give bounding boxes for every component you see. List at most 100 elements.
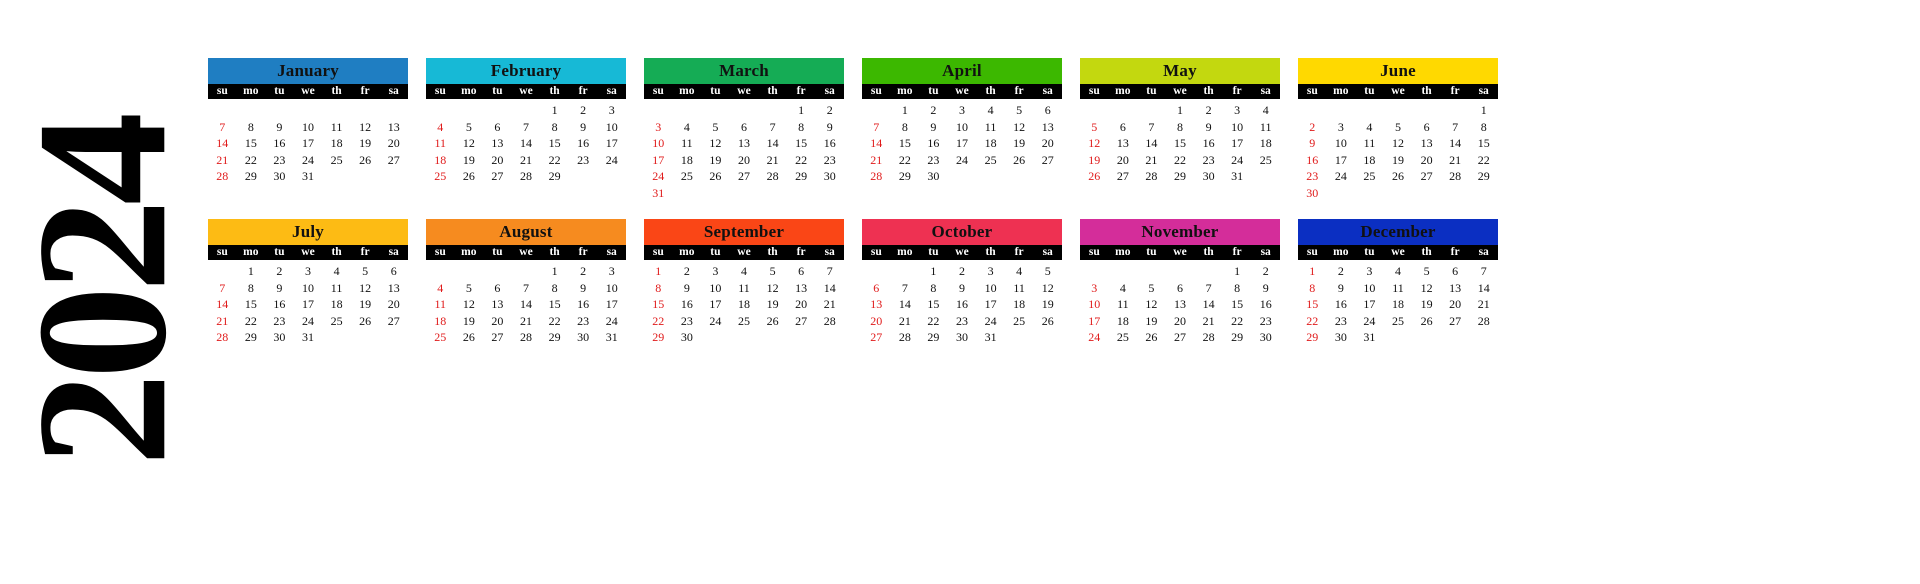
day-cell[interactable]: 18 [1355, 152, 1384, 169]
day-cell[interactable]: 21 [891, 313, 920, 330]
month-block-april[interactable]: April su mo tu we th fr sa 1 2 3 4 5 6 7 8 9 10 11 12 13 14 15… [862, 58, 1062, 185]
day-cell[interactable]: 21 [758, 152, 787, 169]
day-cell[interactable]: 12 [1412, 280, 1441, 297]
day-cell[interactable]: 24 [597, 152, 626, 169]
day-cell[interactable]: 4 [976, 102, 1005, 119]
day-cell[interactable]: 22 [787, 152, 816, 169]
day-cell[interactable]: 8 [1469, 119, 1498, 136]
day-cell[interactable]: 12 [1080, 135, 1109, 152]
day-cell[interactable]: 30 [1194, 168, 1223, 185]
day-cell[interactable]: 9 [265, 119, 294, 136]
day-cell[interactable]: 22 [1298, 313, 1327, 330]
day-cell[interactable]: 28 [1469, 313, 1498, 330]
day-cell[interactable]: 7 [208, 119, 237, 136]
day-cell[interactable]: 24 [948, 152, 977, 169]
day-cell[interactable]: 13 [483, 135, 512, 152]
day-cell[interactable]: 21 [815, 296, 844, 313]
day-cell[interactable]: 9 [1327, 280, 1356, 297]
day-cell[interactable]: 24 [1223, 152, 1252, 169]
day-cell[interactable]: 10 [1355, 280, 1384, 297]
day-cell[interactable]: 17 [948, 135, 977, 152]
day-cell[interactable]: 12 [701, 135, 730, 152]
day-cell[interactable]: 17 [294, 135, 323, 152]
day-cell[interactable]: 28 [1194, 329, 1223, 346]
day-cell[interactable]: 16 [948, 296, 977, 313]
day-cell[interactable]: 27 [862, 329, 891, 346]
day-cell[interactable]: 9 [1298, 135, 1327, 152]
day-cell[interactable]: 11 [1251, 119, 1280, 136]
day-cell[interactable]: 19 [351, 135, 380, 152]
day-cell[interactable]: 15 [787, 135, 816, 152]
day-cell[interactable]: 30 [569, 329, 598, 346]
day-cell[interactable]: 12 [1033, 280, 1062, 297]
day-cell[interactable]: 14 [1469, 280, 1498, 297]
day-cell[interactable]: 31 [644, 185, 673, 202]
day-cell[interactable]: 28 [758, 168, 787, 185]
day-cell[interactable]: 27 [1109, 168, 1138, 185]
day-cell[interactable]: 27 [1441, 313, 1470, 330]
day-cell[interactable]: 25 [1251, 152, 1280, 169]
day-cell[interactable]: 29 [787, 168, 816, 185]
day-cell[interactable]: 11 [976, 119, 1005, 136]
day-cell[interactable]: 1 [540, 102, 569, 119]
day-cell[interactable]: 17 [1080, 313, 1109, 330]
day-cell[interactable]: 8 [919, 280, 948, 297]
day-cell[interactable]: 30 [673, 329, 702, 346]
day-cell[interactable]: 8 [787, 119, 816, 136]
day-cell[interactable]: 19 [1384, 152, 1413, 169]
day-cell[interactable]: 16 [673, 296, 702, 313]
day-cell[interactable]: 27 [1166, 329, 1195, 346]
day-cell[interactable]: 11 [1005, 280, 1034, 297]
day-cell[interactable]: 1 [891, 102, 920, 119]
day-cell[interactable]: 25 [322, 313, 351, 330]
month-block-january[interactable]: January su mo tu we th fr sa 7 8 9 10 11 12 13 14 15 16 17… [208, 58, 408, 185]
day-cell[interactable]: 3 [701, 263, 730, 280]
day-cell[interactable]: 18 [730, 296, 759, 313]
day-cell[interactable]: 5 [1137, 280, 1166, 297]
day-cell[interactable]: 17 [976, 296, 1005, 313]
day-cell[interactable]: 10 [976, 280, 1005, 297]
day-cell[interactable]: 31 [1223, 168, 1252, 185]
day-cell[interactable]: 8 [1223, 280, 1252, 297]
day-cell[interactable]: 17 [1327, 152, 1356, 169]
day-cell[interactable]: 27 [483, 329, 512, 346]
day-cell[interactable]: 6 [1412, 119, 1441, 136]
day-cell[interactable]: 11 [1355, 135, 1384, 152]
day-cell[interactable]: 6 [787, 263, 816, 280]
day-cell[interactable]: 7 [1194, 280, 1223, 297]
day-cell[interactable]: 16 [569, 135, 598, 152]
day-cell[interactable]: 1 [1469, 102, 1498, 119]
day-cell[interactable]: 13 [862, 296, 891, 313]
day-cell[interactable]: 24 [597, 313, 626, 330]
day-cell[interactable]: 3 [644, 119, 673, 136]
month-block-july[interactable]: July su mo tu we th fr sa 1 2 3 4 5 6 7 8 9 10 11 12 13 14 15 1… [208, 219, 408, 346]
day-cell[interactable]: 15 [237, 135, 266, 152]
day-cell[interactable]: 24 [1355, 313, 1384, 330]
day-cell[interactable]: 7 [1469, 263, 1498, 280]
day-cell[interactable]: 26 [351, 313, 380, 330]
day-cell[interactable]: 23 [1298, 168, 1327, 185]
day-cell[interactable]: 8 [540, 119, 569, 136]
day-cell[interactable]: 11 [322, 119, 351, 136]
day-cell[interactable]: 23 [815, 152, 844, 169]
day-cell[interactable]: 18 [322, 135, 351, 152]
day-cell[interactable]: 4 [426, 119, 455, 136]
day-cell[interactable]: 29 [644, 329, 673, 346]
day-cell[interactable]: 10 [948, 119, 977, 136]
day-cell[interactable]: 5 [758, 263, 787, 280]
day-cell[interactable]: 22 [540, 152, 569, 169]
day-cell[interactable]: 9 [919, 119, 948, 136]
day-cell[interactable]: 28 [1441, 168, 1470, 185]
day-cell[interactable]: 14 [891, 296, 920, 313]
day-cell[interactable]: 23 [569, 152, 598, 169]
day-cell[interactable]: 2 [1194, 102, 1223, 119]
day-cell[interactable]: 2 [919, 102, 948, 119]
day-cell[interactable]: 23 [919, 152, 948, 169]
day-cell[interactable]: 22 [1223, 313, 1252, 330]
day-cell[interactable]: 13 [787, 280, 816, 297]
day-cell[interactable]: 2 [673, 263, 702, 280]
day-cell[interactable]: 14 [862, 135, 891, 152]
day-cell[interactable]: 20 [1441, 296, 1470, 313]
day-cell[interactable]: 6 [1441, 263, 1470, 280]
day-cell[interactable]: 29 [919, 329, 948, 346]
